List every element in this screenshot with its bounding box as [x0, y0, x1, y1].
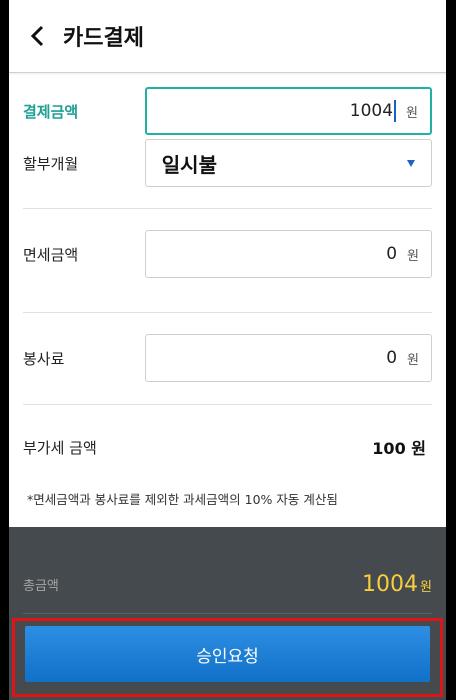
tax-free-value: 0	[386, 244, 398, 264]
tax-free-row: 면세금액 0 원	[23, 230, 432, 278]
app-header: 카드결제	[9, 0, 446, 73]
page-title: 카드결제	[63, 26, 144, 51]
dropdown-caret-icon	[407, 159, 415, 167]
app-screen: 카드결제 결제금액 1004 원 할부개월 일시불 면세금액 0 원 봉사료 0…	[9, 0, 446, 700]
divider	[23, 404, 432, 405]
installment-label: 할부개월	[23, 154, 79, 173]
divider	[23, 312, 432, 313]
amount-row: 결제금액 1004 원	[23, 87, 432, 135]
amount-value: 1004	[349, 101, 394, 121]
tax-free-unit: 원	[407, 248, 419, 264]
divider	[23, 208, 432, 209]
installment-value: 일시불	[161, 152, 217, 177]
total-unit: 원	[420, 580, 432, 595]
service-fee-unit: 원	[407, 352, 419, 368]
amount-input[interactable]: 1004 원	[144, 87, 432, 135]
installment-row: 할부개월 일시불	[23, 139, 432, 187]
total-divider	[23, 613, 432, 614]
approve-request-button[interactable]: 승인요청	[25, 626, 430, 682]
vat-note: *면세금액과 봉사료를 제외한 과세금액의 10% 자동 계산됨	[27, 492, 338, 507]
back-button[interactable]	[21, 19, 55, 53]
total-amount: 1004 원	[362, 572, 432, 597]
service-fee-row: 봉사료 0 원	[23, 334, 432, 382]
service-fee-value: 0	[386, 348, 398, 368]
total-label: 총금액	[23, 579, 59, 594]
text-cursor	[394, 100, 397, 122]
tax-free-label: 면세금액	[23, 245, 79, 264]
payment-form: 결제금액 1004 원 할부개월 일시불 면세금액 0 원 봉사료 0 원 부가…	[9, 87, 446, 508]
footer-panel: 총금액 1004 원 승인요청	[9, 527, 446, 700]
vat-value: 100 원	[372, 439, 426, 458]
installment-select[interactable]: 일시불	[144, 139, 432, 187]
service-fee-label: 봉사료	[23, 349, 65, 368]
tax-free-input[interactable]: 0 원	[144, 230, 432, 278]
amount-label: 결제금액	[23, 102, 79, 121]
total-value: 1004	[362, 572, 419, 597]
highlight-box: 승인요청	[12, 618, 443, 697]
service-fee-input[interactable]: 0 원	[144, 334, 432, 382]
vat-row: 부가세 금액 100 원	[23, 435, 432, 459]
chevron-left-icon	[30, 25, 44, 47]
total-row: 총금액 1004 원	[9, 572, 446, 597]
amount-unit: 원	[406, 105, 418, 121]
vat-label: 부가세 금액	[23, 438, 97, 457]
